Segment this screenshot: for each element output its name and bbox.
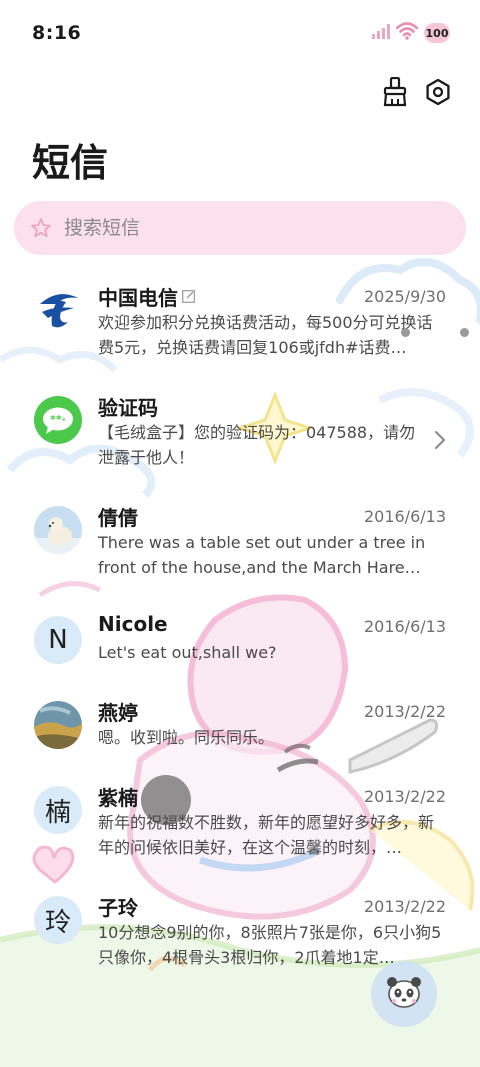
- edit-note-icon: [182, 284, 195, 303]
- landscape-photo: [34, 701, 82, 749]
- conversation-date: 2025/9/30: [363, 287, 446, 306]
- brush-icon: [381, 76, 409, 111]
- gear-icon: [424, 78, 452, 110]
- conversation-preview: 【毛绒盒子】您的验证码为：047588，请勿泄露于他人！: [98, 423, 416, 467]
- conversation-item[interactable]: 倩倩 2016/6/13 There was a table set out u…: [0, 492, 480, 592]
- status-bar: 8:16 100: [0, 0, 480, 68]
- conversation-name: Nicole: [98, 612, 168, 636]
- avatar-letter: N: [34, 616, 82, 664]
- conversation-preview: 新年的祝福数不胜数，新年的愿望好多好多，新年的问候依旧美好，在这个温馨的时刻，…: [98, 813, 435, 857]
- conversation-name: 中国电信: [98, 282, 195, 311]
- conversation-name: 紫楠: [98, 786, 138, 810]
- signal-icon: [372, 23, 390, 43]
- message-bubble-icon: **·: [34, 396, 82, 444]
- avatar-letter: 楠: [34, 786, 82, 834]
- page-title: 短信: [32, 141, 109, 185]
- avatar-letter: 玲: [34, 896, 82, 944]
- conversation-date: 2013/2/22: [363, 787, 446, 806]
- settings-button[interactable]: [422, 78, 454, 110]
- status-icons: 100: [372, 22, 450, 44]
- search-input[interactable]: [62, 216, 446, 240]
- conversation-preview: 欢迎参加积分兑换话费活动，每500分可兑换话费5元，兑换话费请回复106或jfd…: [98, 313, 433, 357]
- battery-indicator: 100: [424, 23, 450, 43]
- clean-button[interactable]: [379, 76, 411, 111]
- polar-bear-photo: [34, 506, 82, 554]
- conversation-date: 2016/6/13: [363, 507, 446, 526]
- conversation-name: 验证码: [98, 396, 158, 420]
- scroll-indicator-dot: [460, 328, 469, 337]
- conversation-preview: 嗯。收到啦。同乐同乐。: [98, 728, 275, 747]
- wifi-icon: [395, 22, 419, 44]
- conversation-item[interactable]: 楠 紫楠 2013/2/22 新年的祝福数不胜数，新年的愿望好多好多，新年的问候…: [0, 772, 480, 872]
- china-telecom-logo: [34, 286, 82, 334]
- conversation-name-text: 中国电信: [98, 286, 178, 310]
- conversation-name: 倩倩: [98, 506, 138, 530]
- conversation-date: 2016/6/13: [363, 617, 446, 636]
- conversation-item[interactable]: **· 验证码 【毛绒盒子】您的验证码为：047588，请勿泄露于他人！: [0, 382, 480, 482]
- chevron-right-icon: [434, 430, 446, 450]
- status-time: 8:16: [32, 22, 82, 44]
- conversation-name: 燕婷: [98, 701, 138, 725]
- panda-compose-icon: [382, 970, 426, 1018]
- conversation-preview: There was a table set out under a tree i…: [98, 533, 426, 577]
- scroll-indicator-dot: [401, 328, 410, 337]
- conversation-preview: Let's eat out,shall we?: [98, 643, 277, 662]
- conversation-date: 2013/2/22: [363, 702, 446, 721]
- search-bar[interactable]: [14, 201, 466, 255]
- conversation-date: 2013/2/22: [363, 897, 446, 916]
- svg-text:**·: **·: [50, 413, 66, 426]
- conversation-name: 子玲: [98, 896, 138, 920]
- star-icon: [30, 217, 52, 239]
- conversation-item[interactable]: 中国电信 2025/9/30 欢迎参加积分兑换话费活动，每500分可兑换话费5元…: [0, 272, 480, 372]
- compose-button[interactable]: [371, 961, 437, 1027]
